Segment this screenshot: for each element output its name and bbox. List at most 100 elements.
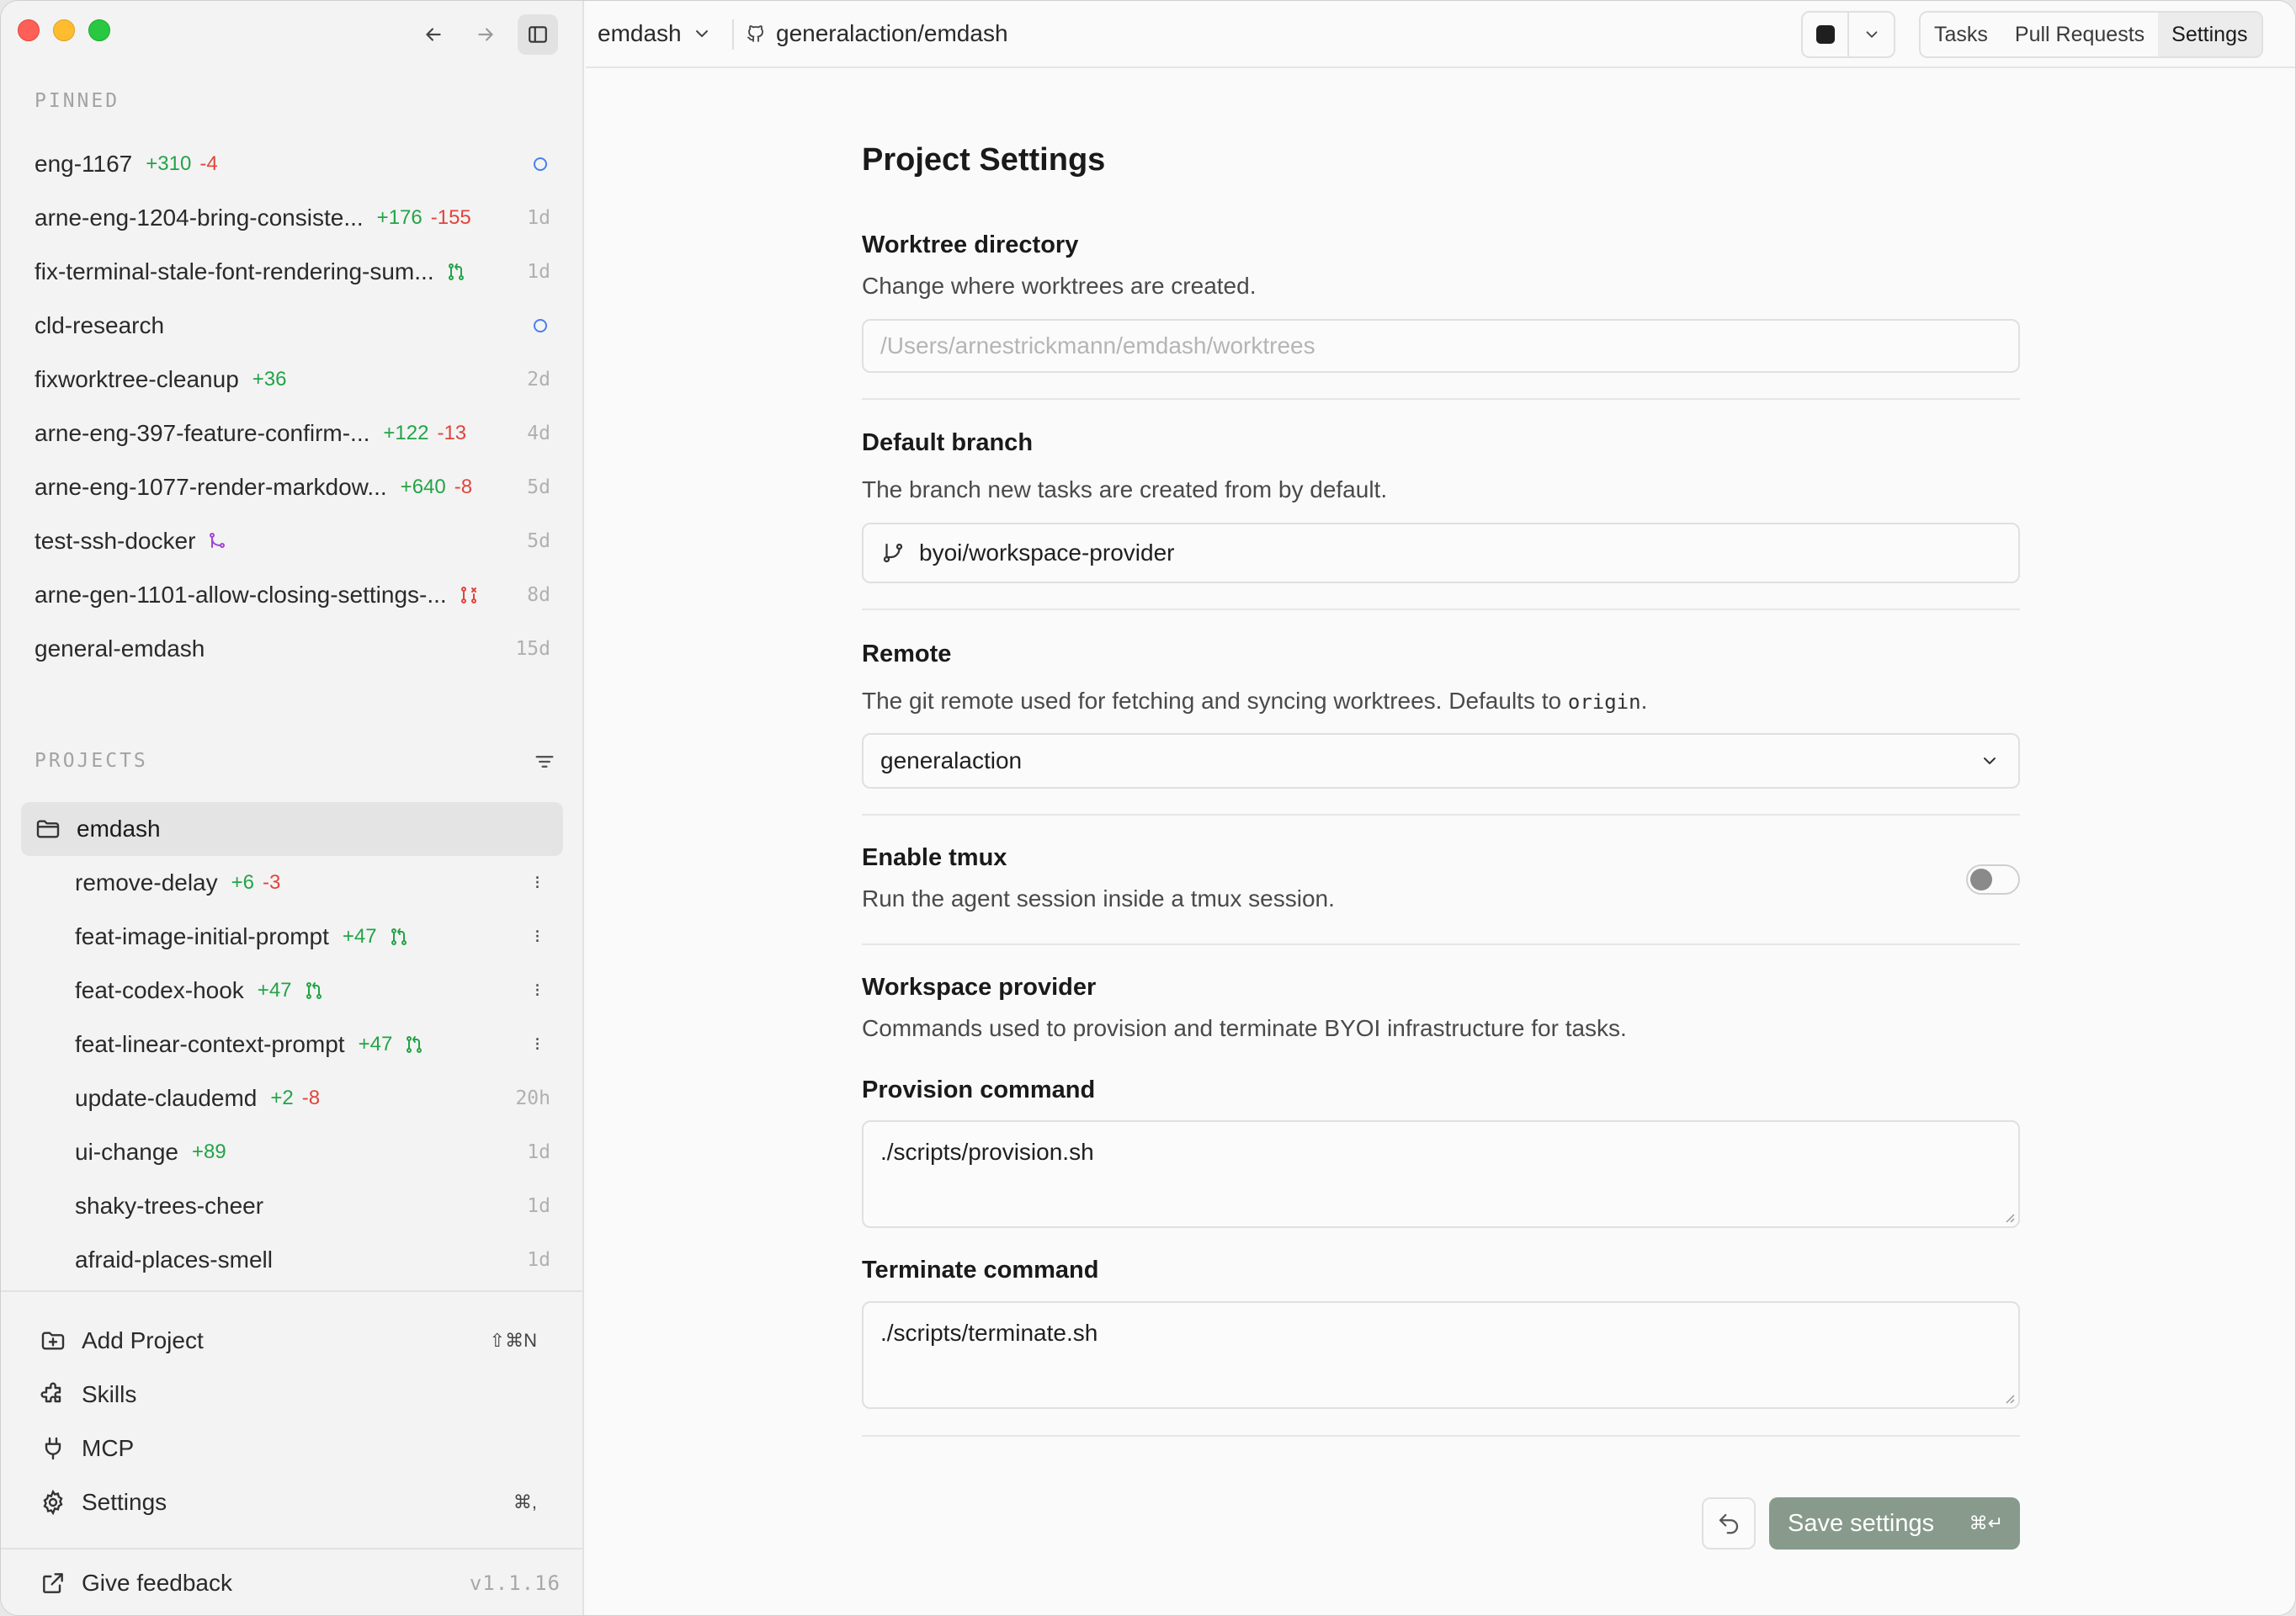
terminal-button[interactable] (1803, 13, 1847, 56)
settings-shortcut: ⌘, (513, 1491, 537, 1512)
task-name: arne-eng-397-feature-confirm-... (35, 420, 370, 446)
additions-count: +6 (231, 871, 255, 894)
task-name: feat-image-initial-prompt (75, 923, 329, 949)
divider (862, 609, 2020, 610)
app-window: PINNED eng-1167 +310 -4 arne-eng-1204-bring… (0, 0, 2296, 1616)
pinned-list: eng-1167 +310 -4 arne-eng-1204-bring-consis… (1, 137, 584, 676)
terminal-menu-button[interactable] (1847, 13, 1894, 56)
task-row[interactable]: test-ssh-docker 5d (1, 514, 584, 568)
task-row[interactable]: remove-delay +6 -3 ⁝ (1, 856, 584, 910)
task-age: 4d (527, 423, 550, 444)
default-branch-value: byoi/workspace-provider (919, 540, 1175, 566)
give-feedback-button[interactable]: Give feedback v1.1.16 (1, 1548, 584, 1615)
task-row[interactable]: afraid-places-smell 1d (1, 1233, 584, 1287)
task-name: feat-codex-hook (75, 977, 244, 1003)
default-branch-select[interactable]: byoi/workspace-provider (862, 523, 2020, 583)
remote-description-text: The git remote used for fetching and syn… (862, 688, 1562, 714)
toggle-sidebar-button[interactable] (518, 14, 558, 55)
pull-request-icon (306, 982, 322, 999)
deletions-count: -8 (301, 1087, 321, 1109)
task-row[interactable]: arne-eng-1204-bring-consiste... +176 -155 1… (1, 191, 584, 245)
back-button[interactable] (413, 14, 454, 55)
save-settings-button[interactable]: Save settings ⌘↵ (1769, 1497, 2020, 1550)
task-row[interactable]: eng-1167 +310 -4 (1, 137, 584, 191)
status-icon (389, 927, 409, 947)
mcp-label: MCP (82, 1435, 135, 1461)
additions-count: +47 (257, 979, 292, 1002)
remote-select[interactable]: generalaction (862, 733, 2020, 789)
terminate-command-value: ./scripts/terminate.sh (880, 1320, 1098, 1346)
tmux-toggle[interactable] (1966, 864, 2020, 895)
task-name: general-emdash (35, 635, 205, 662)
task-row[interactable]: arne-eng-397-feature-confirm-... +122 -13 4… (1, 407, 584, 460)
loading-spinner-icon: ⁝ (534, 1034, 540, 1055)
task-row[interactable]: fixworktree-cleanup +36 2d (1, 353, 584, 407)
additions-count: +2 (270, 1087, 294, 1109)
add-project-shortcut: ⇧⌘N (489, 1330, 537, 1351)
remote-description: The git remote used for fetching and syn… (862, 688, 1647, 715)
pull-request-icon (391, 928, 407, 945)
task-row[interactable]: arne-eng-1077-render-markdow... +640 -8 5d (1, 460, 584, 514)
page-title: Project Settings (862, 142, 1106, 178)
tab-tasks[interactable]: Tasks (1921, 13, 2001, 56)
terminate-command-label: Terminate command (862, 1257, 1099, 1284)
reset-button[interactable] (1702, 1497, 1756, 1550)
sidebar: PINNED eng-1167 +310 -4 arne-eng-1204-bring… (1, 1, 584, 1615)
minimize-window-button[interactable] (53, 19, 75, 41)
undo-icon (1719, 1513, 1739, 1534)
task-row[interactable]: ui-change +89 1d (1, 1125, 584, 1179)
default-branch-description: The branch new tasks are created from by… (862, 476, 1388, 502)
divider (862, 814, 2020, 816)
task-row[interactable]: feat-image-initial-prompt +47 ⁝ (1, 910, 584, 964)
repo-link[interactable]: generalaction/emdash (746, 1, 1008, 66)
task-row[interactable]: feat-codex-hook +47 ⁝ (1, 964, 584, 1018)
project-switcher[interactable]: emdash (598, 1, 712, 66)
provision-command-input[interactable]: ./scripts/provision.sh (862, 1120, 2020, 1228)
additions-count: +176 (376, 206, 423, 229)
filter-icon[interactable] (533, 750, 556, 773)
chevron-down-icon (1984, 758, 1996, 764)
task-row[interactable]: cld-research (1, 299, 584, 353)
task-row[interactable]: general-emdash 15d (1, 622, 584, 676)
tab-settings-label: Settings (2171, 22, 2248, 46)
forward-button[interactable] (465, 14, 506, 55)
project-task-list: remove-delay +6 -3 ⁝ feat-image-initial-prom… (1, 856, 584, 1287)
additions-count: +310 (146, 152, 192, 175)
project-emdash[interactable]: emdash (21, 802, 563, 856)
tab-pull-requests[interactable]: Pull Requests (2001, 13, 2158, 56)
task-age: 1d (527, 1249, 550, 1271)
puzzle-icon (40, 1382, 61, 1403)
task-row[interactable]: update-claudemd +2 -8 20h (1, 1071, 584, 1125)
loading-spinner-icon: ⁝ (534, 926, 540, 948)
status-icon (459, 585, 479, 605)
task-row[interactable]: arne-gen-1101-allow-closing-settings-...… (1, 568, 584, 622)
task-age: 1d (527, 207, 550, 229)
tab-settings[interactable]: Settings (2158, 13, 2261, 56)
deletions-count: -8 (454, 476, 473, 498)
task-row[interactable]: fix-terminal-stale-font-rendering-sum...… (1, 245, 584, 299)
additions-count: +89 (191, 1140, 226, 1163)
repo-name: generalaction/emdash (776, 20, 1008, 46)
close-window-button[interactable] (18, 19, 40, 41)
merged-icon (210, 533, 226, 548)
worktree-directory-input[interactable]: /Users/arnestrickmann/emdash/worktrees (862, 319, 2020, 373)
task-name: cld-research (35, 312, 165, 338)
resize-grip-icon[interactable] (2001, 1209, 2015, 1223)
loading-spinner-icon: ⁝ (534, 872, 540, 894)
view-tabs: Tasks Pull Requests Settings (1919, 11, 2263, 58)
task-name: eng-1167 (35, 151, 133, 177)
terminate-command-input[interactable]: ./scripts/terminate.sh (862, 1301, 2020, 1409)
remote-value: generalaction (880, 747, 1023, 773)
mcp-button[interactable]: MCP (1, 1422, 584, 1475)
task-row[interactable]: shaky-trees-cheer 1d (1, 1179, 584, 1233)
settings-button[interactable]: Settings ⌘, (1, 1475, 584, 1529)
skills-button[interactable]: Skills (1, 1368, 584, 1422)
settings-label: Settings (82, 1489, 167, 1515)
task-row[interactable]: feat-linear-context-prompt +47 ⁝ (1, 1018, 584, 1071)
pinned-section-label: PINNED (35, 90, 120, 112)
git-branch-icon (883, 543, 903, 563)
add-project-button[interactable]: Add Project ⇧⌘N (1, 1314, 584, 1368)
projects-section-label: PROJECTS (35, 750, 148, 772)
zoom-window-button[interactable] (88, 19, 110, 41)
resize-grip-icon[interactable] (2001, 1390, 2015, 1404)
